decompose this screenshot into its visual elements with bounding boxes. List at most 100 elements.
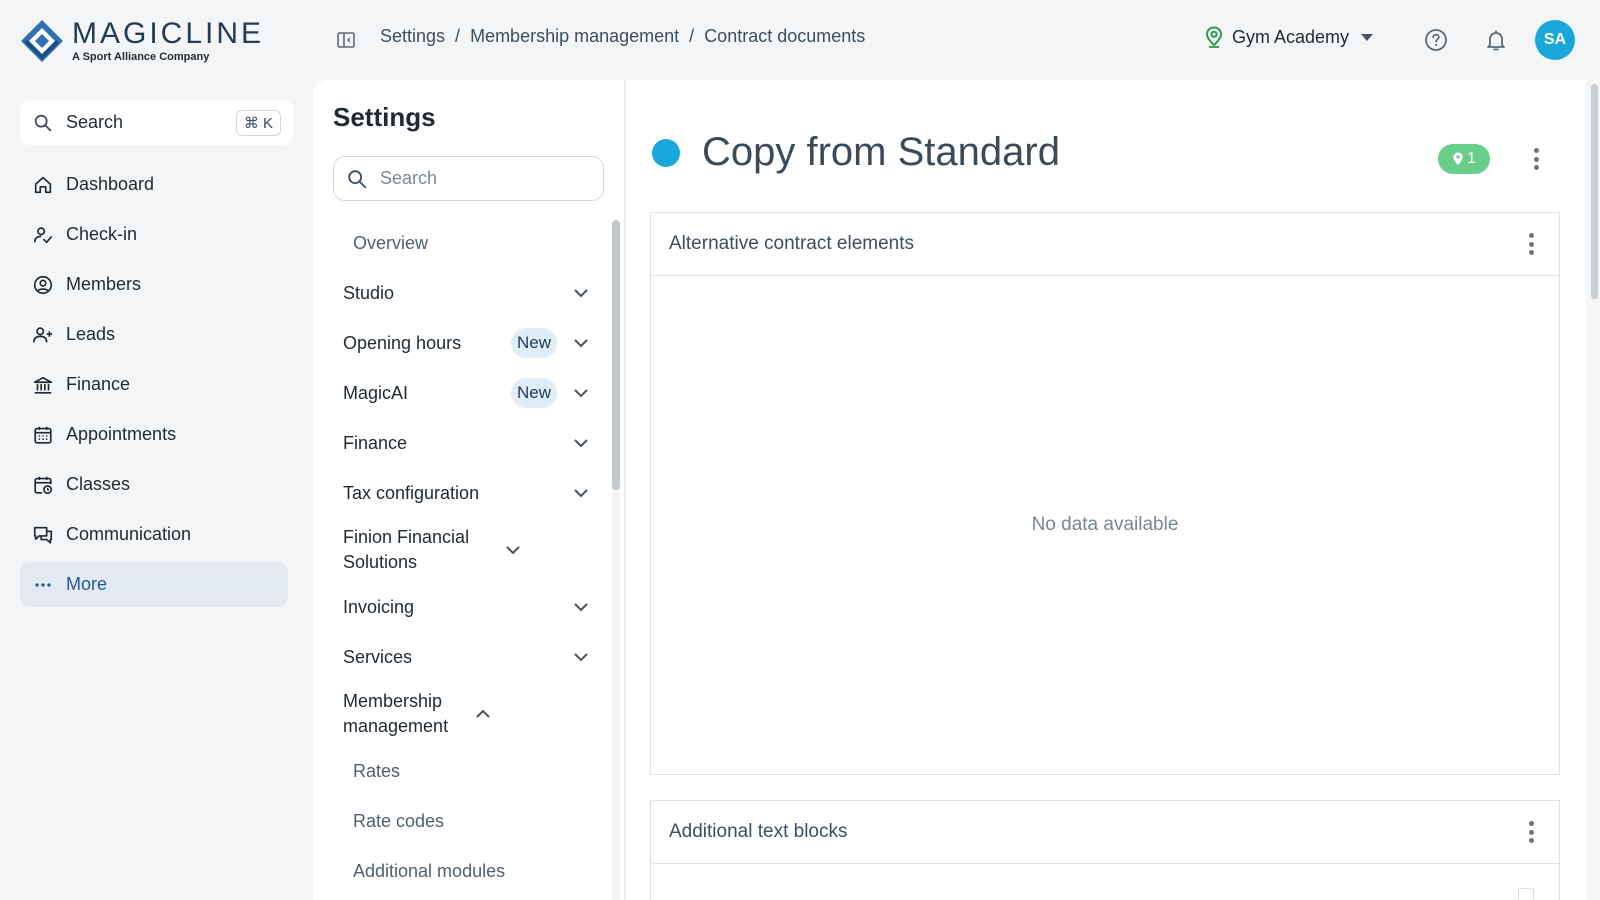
- new-badge: New: [510, 378, 557, 408]
- caret-down-icon: [1361, 33, 1374, 41]
- settings-item-finion-financial-solutions[interactable]: Finion Financial Solutions: [333, 518, 601, 582]
- settings-item-label: Invoicing: [343, 596, 415, 617]
- chevron-down-icon: [506, 546, 520, 555]
- search-icon: [34, 114, 52, 131]
- settings-panel: Settings Overview Studio Opening hours N…: [313, 80, 625, 900]
- settings-item-label: Opening hours: [343, 332, 462, 353]
- settings-item-opening-hours[interactable]: Opening hours New: [333, 318, 601, 368]
- settings-item-label: Finion Financial Solutions: [343, 527, 470, 572]
- nav-item-appointments[interactable]: Appointments: [20, 412, 288, 457]
- new-badge: New: [510, 328, 557, 358]
- main-navigation: Dashboard Check-in Members Leads Finance…: [20, 162, 288, 612]
- help-icon[interactable]: [1424, 28, 1448, 52]
- nav-item-label: Appointments: [66, 424, 177, 444]
- chevron-down-icon: [574, 339, 588, 348]
- settings-subitem-rates[interactable]: Rates: [333, 746, 601, 796]
- chevron-down-icon: [574, 389, 588, 398]
- breadcrumb-separator: /: [689, 26, 695, 46]
- section-title: Alternative contract elements: [669, 233, 915, 254]
- chevron-down-icon: [574, 653, 588, 662]
- breadcrumb: Settings / Membership management / Contr…: [380, 26, 865, 47]
- settings-item-magicai[interactable]: MagicAI New: [333, 368, 601, 418]
- settings-subitem-rate-codes[interactable]: Rate codes: [333, 796, 601, 846]
- settings-item-label: Additional modules: [353, 860, 506, 881]
- settings-item-overview[interactable]: Overview: [333, 218, 601, 268]
- check-in-icon: [33, 226, 53, 244]
- bell-icon[interactable]: [1484, 28, 1508, 52]
- global-search[interactable]: Search ⌘ K: [20, 100, 293, 145]
- main-scrollbar-thumb[interactable]: [1591, 84, 1598, 299]
- nav-item-classes[interactable]: Classes: [20, 462, 288, 507]
- settings-item-studio[interactable]: Studio: [333, 268, 601, 318]
- magicline-logo-icon: [21, 20, 63, 62]
- nav-item-members[interactable]: Members: [20, 262, 288, 307]
- nav-item-label: Check-in: [66, 224, 138, 244]
- section-more-options-icon[interactable]: [1521, 819, 1541, 845]
- settings-item-label: Tax configuration: [343, 482, 480, 503]
- keyboard-shortcut: ⌘ K: [235, 109, 281, 136]
- chevron-down-icon: [574, 289, 588, 298]
- settings-item-label: MagicAI: [343, 382, 409, 403]
- breadcrumb-separator: /: [455, 26, 461, 46]
- settings-search-input[interactable]: [380, 168, 580, 189]
- chevron-down-icon: [574, 489, 588, 498]
- section-more-options-icon[interactable]: [1521, 231, 1541, 257]
- settings-item-membership-management[interactable]: Membership management: [333, 682, 601, 746]
- nav-item-check-in[interactable]: Check-in: [20, 212, 288, 257]
- nav-item-leads[interactable]: Leads: [20, 312, 288, 357]
- nav-item-label: Members: [66, 274, 142, 294]
- settings-subitem-additional-modules[interactable]: Additional modules: [333, 846, 601, 896]
- global-search-label: Search: [66, 112, 124, 132]
- sidebar-toggle-icon[interactable]: [336, 30, 356, 50]
- chat-icon: [33, 526, 53, 544]
- section-alternative-contract-elements: Alternative contract elements No data av…: [650, 212, 1560, 775]
- settings-title: Settings: [333, 102, 436, 132]
- settings-item-label: Overview: [353, 232, 429, 253]
- section-header: Additional text blocks: [651, 801, 1559, 864]
- breadcrumb-contract-documents: Contract documents: [704, 26, 866, 46]
- classes-calendar-icon: [34, 476, 53, 494]
- breadcrumb-membership-management[interactable]: Membership management: [470, 26, 679, 47]
- nav-item-communication[interactable]: Communication: [20, 512, 288, 557]
- nav-item-finance[interactable]: Finance: [20, 362, 288, 407]
- status-dot: [652, 138, 680, 167]
- section-additional-text-blocks: Additional text blocks: [650, 800, 1560, 900]
- nav-item-dashboard[interactable]: Dashboard: [20, 162, 288, 207]
- chevron-up-icon: [476, 709, 490, 718]
- settings-item-invoicing[interactable]: Invoicing: [333, 582, 601, 632]
- settings-scrollbar[interactable]: [612, 220, 620, 900]
- settings-scrollbar-thumb[interactable]: [612, 220, 620, 490]
- settings-item-label: Services: [343, 646, 413, 667]
- settings-item-label: Finance: [343, 432, 408, 453]
- nav-item-label: Leads: [66, 324, 116, 344]
- settings-item-label: Studio: [343, 282, 395, 303]
- settings-search[interactable]: [333, 156, 604, 201]
- location-count-badge[interactable]: 1: [1438, 144, 1490, 174]
- document-more-options-icon[interactable]: [1526, 146, 1546, 172]
- settings-item-tax-configuration[interactable]: Tax configuration: [333, 468, 601, 518]
- studio-selector[interactable]: Gym Academy: [1204, 26, 1374, 48]
- logo-title: MAGICLINE: [72, 17, 265, 50]
- settings-item-label: Rates: [353, 760, 401, 781]
- settings-item-services[interactable]: Services: [333, 632, 601, 682]
- nav-item-more[interactable]: More: [20, 562, 288, 607]
- section-title: Additional text blocks: [669, 821, 848, 842]
- settings-item-finance[interactable]: Finance: [333, 418, 601, 468]
- settings-list: Overview Studio Opening hours New MagicA…: [333, 218, 601, 896]
- chevron-down-icon: [574, 603, 588, 612]
- nav-item-label: Communication: [66, 524, 192, 544]
- section-scrollbar[interactable]: [1518, 888, 1534, 900]
- nav-item-label: More: [66, 574, 108, 594]
- breadcrumb-settings[interactable]: Settings: [380, 26, 445, 47]
- leads-icon: [33, 326, 53, 342]
- main-scrollbar[interactable]: [1590, 84, 1600, 900]
- nav-item-label: Finance: [66, 374, 131, 394]
- user-avatar[interactable]: SA: [1535, 20, 1575, 60]
- chevron-down-icon: [574, 439, 588, 448]
- location-pin-icon: [1205, 26, 1223, 48]
- magicline-logo[interactable]: MAGICLINE A Sport Alliance Company: [18, 16, 261, 66]
- calendar-icon: [34, 426, 52, 444]
- section-header: Alternative contract elements: [651, 213, 1559, 276]
- settings-item-label: Rate codes: [353, 810, 445, 831]
- location-pin-icon: [1453, 152, 1463, 165]
